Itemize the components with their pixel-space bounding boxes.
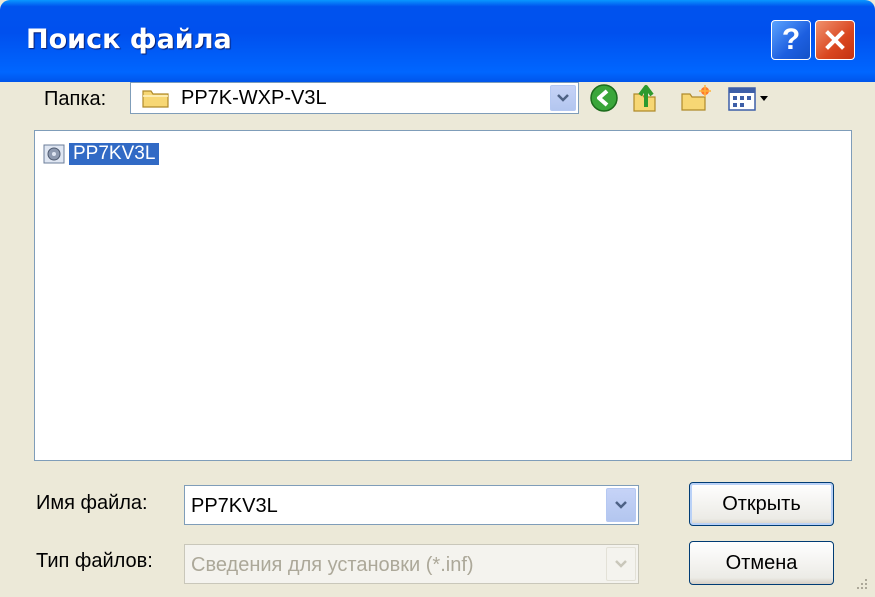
- filetype-value: Сведения для установки (*.inf): [191, 554, 474, 576]
- file-list[interactable]: PP7KV3L: [34, 130, 852, 461]
- filetype-dropdown-button[interactable]: [606, 547, 636, 581]
- resize-grip-icon[interactable]: [853, 575, 869, 591]
- up-folder-icon[interactable]: [628, 82, 660, 114]
- new-folder-icon[interactable]: [680, 82, 712, 114]
- setup-info-file-icon: [43, 144, 65, 164]
- filetype-select[interactable]: Сведения для установки (*.inf): [184, 544, 639, 584]
- folder-dropdown-button[interactable]: [550, 85, 576, 111]
- open-button[interactable]: Открыть: [689, 482, 834, 526]
- filename-value: PP7KV3L: [191, 495, 278, 517]
- folder-select[interactable]: PP7K-WXP-V3L: [130, 82, 579, 114]
- close-icon: [825, 30, 845, 50]
- filename-field[interactable]: PP7KV3L: [184, 485, 639, 525]
- open-button-label: Открыть: [722, 492, 801, 515]
- help-icon: ?: [781, 23, 801, 56]
- cancel-button-label: Отмена: [725, 551, 798, 574]
- filename-dropdown-button[interactable]: [606, 488, 636, 522]
- filename-label: Имя файла:: [36, 492, 148, 514]
- title-bar[interactable]: Поиск файла ?: [0, 0, 875, 82]
- filetype-label: Тип файлов:: [36, 550, 153, 572]
- chevron-down-icon: [557, 94, 569, 102]
- folder-value: PP7K-WXP-V3L: [181, 87, 327, 109]
- folder-label: Папка:: [44, 88, 107, 110]
- help-button[interactable]: ?: [771, 20, 811, 60]
- folder-icon: [142, 90, 169, 108]
- window-title: Поиск файла: [26, 24, 232, 55]
- cancel-button[interactable]: Отмена: [689, 541, 834, 585]
- file-name: PP7KV3L: [69, 143, 160, 165]
- views-menu-icon[interactable]: [726, 82, 774, 114]
- open-file-dialog: Поиск файла ? Папка: PP7K-WXP-V3L PP7KV3…: [0, 0, 875, 597]
- chevron-down-icon: [615, 501, 627, 509]
- back-icon[interactable]: [588, 82, 620, 114]
- chevron-down-icon: [615, 560, 627, 568]
- close-button[interactable]: [815, 20, 855, 60]
